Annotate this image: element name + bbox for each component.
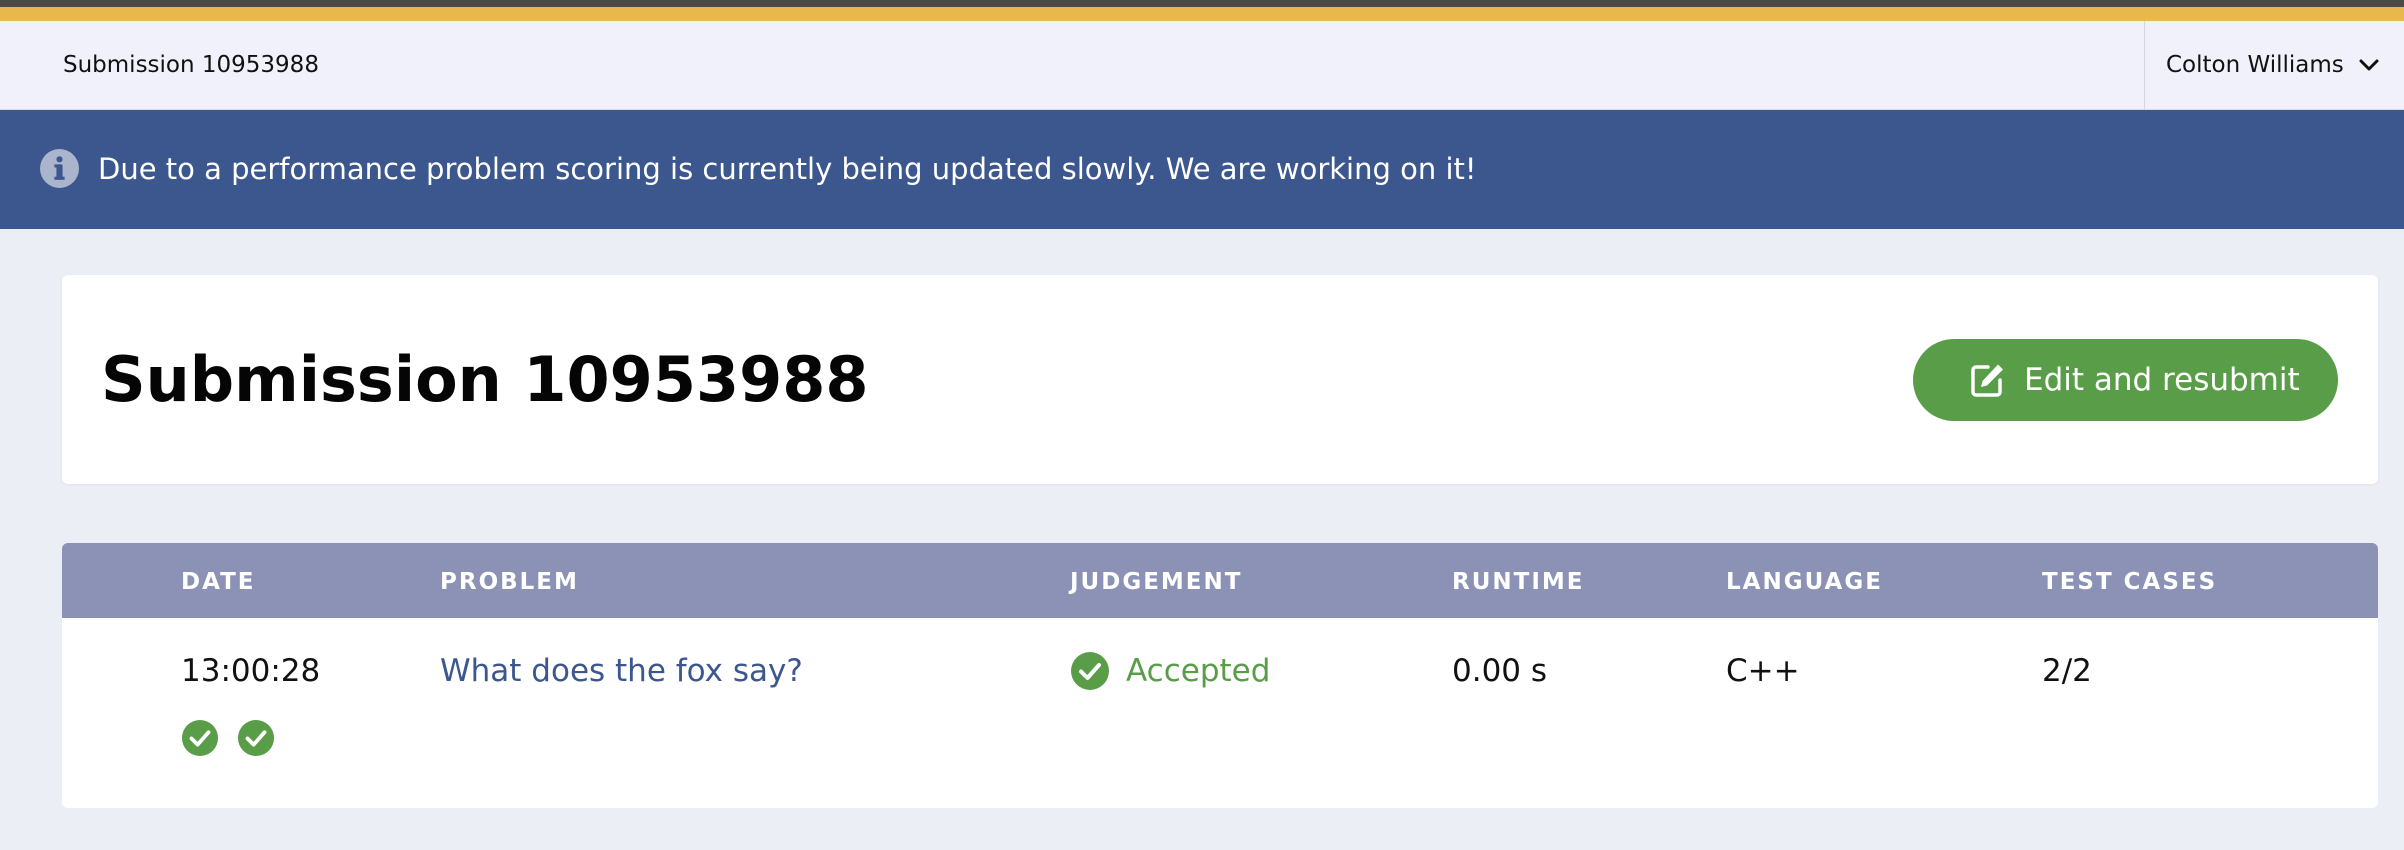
test-case-2-check-icon[interactable] [237,719,275,757]
user-menu[interactable]: Colton Williams [2144,21,2404,109]
column-header-problem: PROBLEM [440,569,579,595]
user-name: Colton Williams [2166,52,2344,78]
chevron-down-icon [2359,59,2379,71]
test-case-1-check-icon[interactable] [181,719,219,757]
top-navigation-bar: Submission 10953988 Colton Williams [0,21,2404,110]
edit-and-resubmit-label: Edit and resubmit [2024,362,2300,398]
column-header-language: LANGUAGE [1726,569,1883,595]
column-header-test-cases: TEST CASES [2042,569,2218,595]
language-value: C++ [1726,653,1800,689]
table-header-row: DATE PROBLEM JUDGEMENT RUNTIME LANGUAGE … [62,543,2378,618]
column-header-date: DATE [181,569,256,595]
edit-and-resubmit-button[interactable]: Edit and resubmit [1913,339,2338,421]
info-icon [40,149,79,188]
accepted-check-icon [1071,652,1109,690]
column-header-judgement: JUDGEMENT [1070,569,1243,595]
judgement-status: Accepted [1126,653,1271,689]
problem-link[interactable]: What does the fox say? [440,650,803,692]
column-header-runtime: RUNTIME [1452,569,1585,595]
test-cases-value: 2/2 [2042,653,2092,689]
runtime-value: 0.00 s [1452,653,1548,689]
submission-time: 13:00:28 [181,653,321,689]
page-title: Submission 10953988 [101,343,869,416]
notice-message: Due to a performance problem scoring is … [98,152,1477,186]
edit-icon [1971,364,2003,397]
top-accent-strip [0,0,2404,21]
breadcrumb-title: Submission 10953988 [63,52,319,78]
submission-table: DATE PROBLEM JUDGEMENT RUNTIME LANGUAGE … [62,543,2378,808]
